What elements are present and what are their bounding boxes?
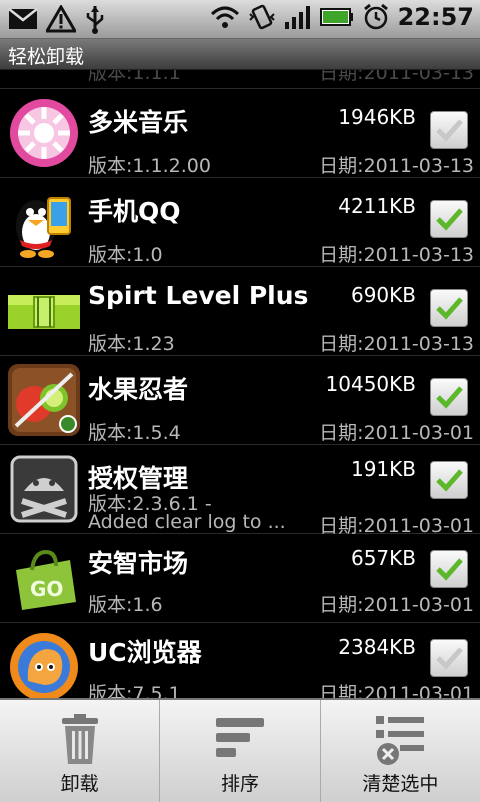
app-version: 版本:1.5.4: [88, 422, 181, 444]
check-mark-icon: [436, 208, 463, 231]
usb-icon: [86, 6, 104, 34]
app-size: 657KB: [350, 546, 416, 570]
app-version: 版本:1.1.2.00: [88, 155, 211, 177]
list-item[interactable]: UC浏览器 2384KB 版本:7.5.1 日期:2011-03-01: [0, 623, 480, 698]
qq-penguin-icon: [16, 197, 71, 258]
clock-time: 22:57: [397, 3, 474, 31]
select-checkbox[interactable]: [430, 200, 468, 238]
wifi-icon: [210, 6, 239, 28]
sort-icon: [215, 718, 264, 757]
app-date: 日期:2011-03-01: [319, 594, 474, 616]
uninstall-button[interactable]: 卸载: [0, 700, 161, 802]
list-item[interactable]: 版本:1.1.1 日期:2011-03-13: [0, 70, 480, 89]
check-mark-icon: [436, 119, 463, 142]
uc-browser-squirrel-icon: [10, 633, 78, 698]
app-date: 日期:2011-03-13: [319, 70, 474, 84]
app-size: 10450KB: [325, 372, 416, 396]
page-title: 轻松卸载: [8, 46, 85, 68]
app-version: 版本:1.6: [88, 594, 163, 616]
select-checkbox[interactable]: [430, 550, 468, 588]
app-name: 安智市场: [88, 549, 189, 578]
superuser-android-icon: [10, 455, 78, 523]
list-item[interactable]: 多米音乐 1946KB 版本:1.1.2.00 日期:2011-03-13: [0, 89, 480, 178]
check-mark-icon: [436, 386, 463, 409]
warning-icon: [46, 5, 76, 33]
app-name: 多米音乐: [88, 108, 189, 137]
select-checkbox[interactable]: [430, 639, 468, 677]
sort-button[interactable]: 排序: [160, 700, 321, 802]
clear-list-icon: [376, 716, 425, 765]
anzhi-market-bag-icon: GO: [16, 549, 76, 610]
spirit-level-icon: [8, 295, 80, 329]
vibrate-icon: [248, 4, 275, 30]
select-checkbox[interactable]: [430, 111, 468, 149]
check-mark-icon: [436, 647, 463, 670]
app-name: 水果忍者: [88, 375, 189, 404]
app-date: 日期:2011-03-01: [319, 683, 474, 698]
duomi-music-icon: [10, 99, 78, 167]
app-version: 版本:7.5.1: [88, 683, 181, 698]
app-version: 版本:1.0: [88, 244, 163, 266]
app-name: Spirt Level Plus: [88, 281, 309, 310]
app-version: 版本:1.1.1: [88, 70, 181, 84]
app-version: 版本:1.23: [88, 333, 175, 355]
list-item[interactable]: 授权管理 191KB 版本:2.3.6.1 - Added clear log …: [0, 445, 480, 537]
app-size: 690KB: [350, 283, 416, 307]
list-item[interactable]: Spirt Level Plus 690KB 版本:1.23 日期:2011-0…: [0, 267, 480, 356]
app-date: 日期:2011-03-01: [319, 422, 474, 444]
app-size: 4211KB: [338, 194, 416, 218]
list-item[interactable]: 手机QQ 4211KB 版本:1.0 日期:2011-03-13: [0, 178, 480, 267]
svg-text:GO: GO: [30, 577, 63, 601]
select-checkbox[interactable]: [430, 461, 468, 499]
list-item[interactable]: GO 安智市场 657KB 版本:1.6 日期:2011-03-01: [0, 534, 480, 623]
uninstall-label: 卸载: [60, 773, 99, 795]
battery-icon: [319, 8, 353, 26]
mail-icon: [8, 8, 38, 29]
fruit-ninja-icon: [8, 364, 80, 436]
trash-icon: [61, 714, 98, 764]
clear-selection-label: 清楚选中: [362, 773, 439, 795]
app-date: 日期:2011-03-13: [319, 155, 474, 177]
check-mark-icon: [436, 469, 463, 492]
list-item[interactable]: 水果忍者 10450KB 版本:1.5.4 日期:2011-03-01: [0, 356, 480, 445]
bottom-menu: 卸载 排序 清楚选中: [0, 698, 480, 802]
check-mark-icon: [436, 558, 463, 581]
app-list[interactable]: 版本:1.1.1 日期:2011-03-13 多米音乐 1946KB 版本:1.…: [0, 70, 480, 698]
app-size: 191KB: [350, 457, 416, 481]
app-date: 日期:2011-03-13: [319, 244, 474, 266]
signal-icon: [284, 6, 310, 29]
app-version-note: Added clear log to ...: [88, 511, 286, 533]
app-name: 手机QQ: [88, 197, 181, 226]
alarm-icon: [363, 3, 388, 30]
select-checkbox[interactable]: [430, 378, 468, 416]
check-mark-icon: [436, 297, 463, 320]
app-size: 2384KB: [338, 635, 416, 659]
app-date: 日期:2011-03-13: [319, 333, 474, 355]
sort-label: 排序: [220, 773, 259, 795]
clear-selection-button[interactable]: 清楚选中: [321, 700, 480, 802]
status-bar: 22:57: [0, 0, 480, 39]
app-size: 1946KB: [338, 105, 416, 129]
select-checkbox[interactable]: [430, 289, 468, 327]
app-name: UC浏览器: [88, 638, 202, 667]
app-title-bar: 轻松卸载: [0, 39, 480, 70]
